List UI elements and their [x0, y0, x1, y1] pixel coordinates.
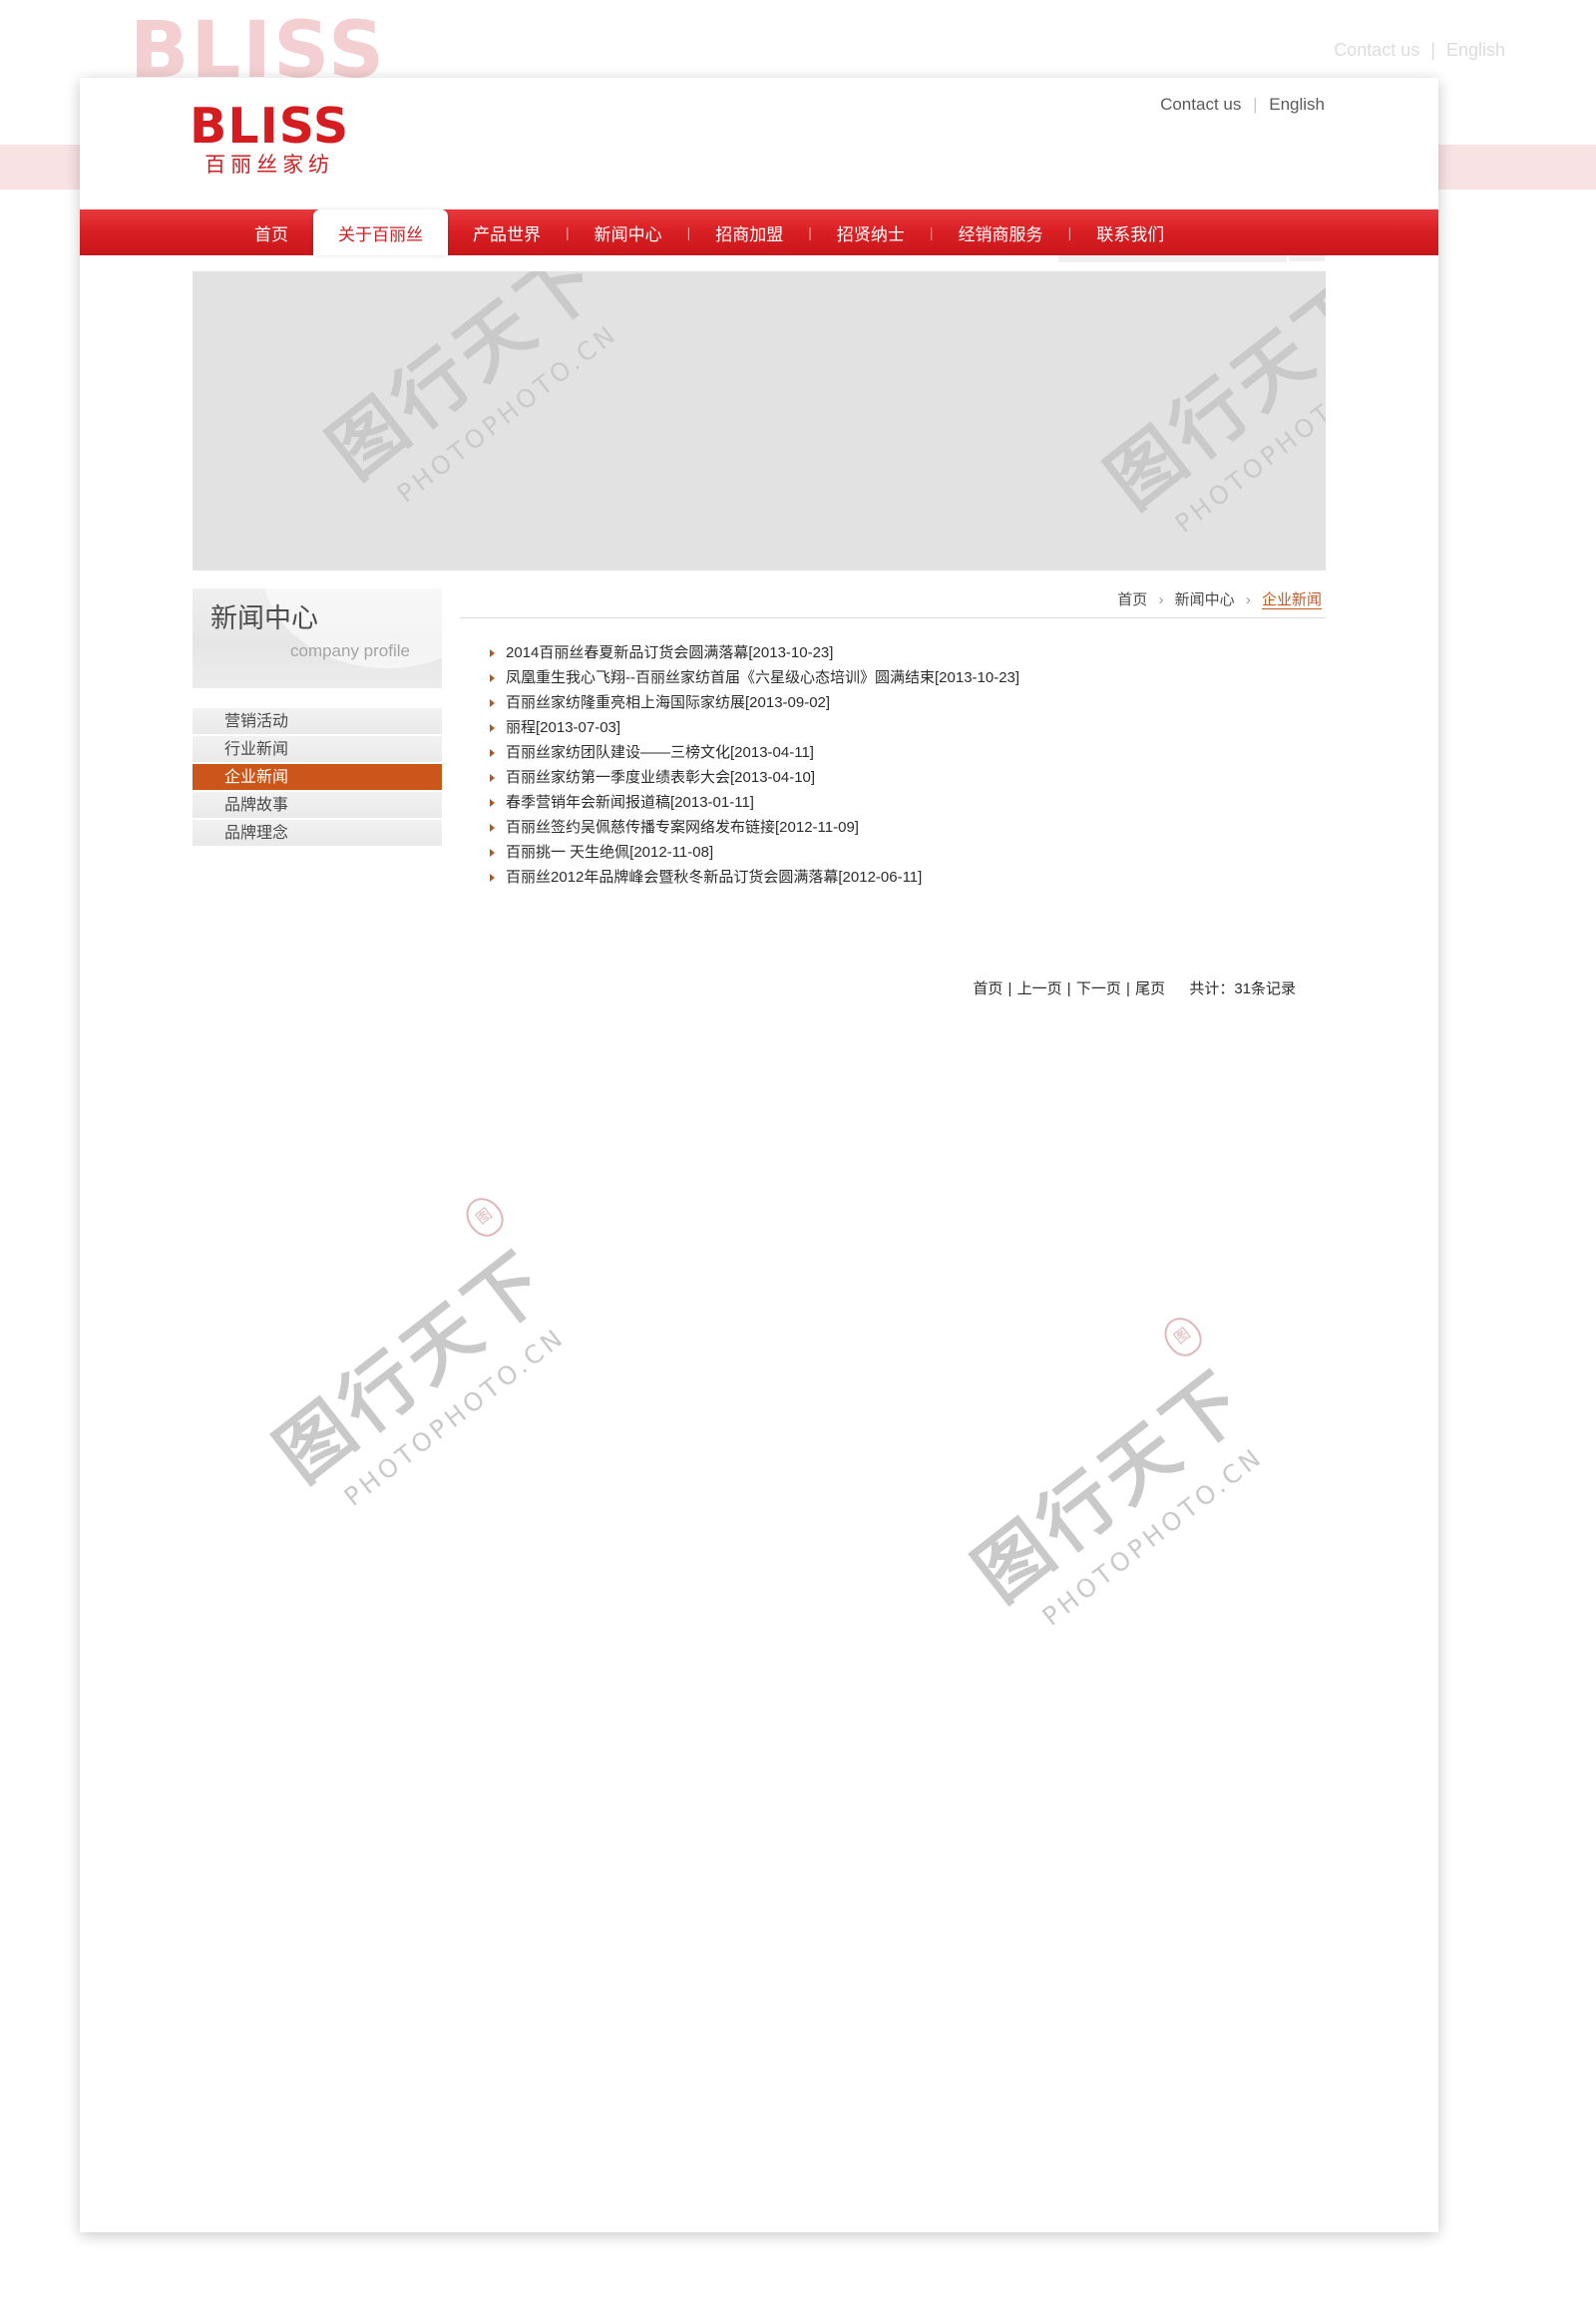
sidebar-item-industry-news[interactable]: 行业新闻 — [193, 736, 442, 764]
watermark-en-text: PHOTOPHOTO.CN — [391, 318, 623, 509]
watermark-en-text: PHOTOPHOTO.CN — [1036, 1441, 1269, 1632]
english-link[interactable]: English — [1269, 95, 1325, 114]
site-header: BLISS 百丽丝家纺 Contact us | English Search — [80, 78, 1438, 262]
breadcrumb-item-company-news[interactable]: 企业新闻 — [1261, 591, 1322, 609]
watermark-en-text: PHOTOPHOTO.CN — [1169, 348, 1326, 539]
pagination-separator: | — [1007, 980, 1012, 997]
pagination-last[interactable]: 尾页 — [1135, 980, 1165, 997]
main-column: 首页 › 新闻中心 › 企业新闻 2014百丽丝春夏新品订货会圆满落幕[2013… — [442, 588, 1326, 998]
list-item[interactable]: 凤凰重生我心飞翔--百丽丝家纺首届《六星级心态培训》圆满结束[2013-10-2… — [490, 665, 1326, 690]
list-item[interactable]: 百丽丝家纺隆重亮相上海国际家纺展[2013-09-02] — [490, 690, 1326, 715]
nav-item-franchise[interactable]: 招商加盟 — [690, 209, 808, 255]
breadcrumb-item-home[interactable]: 首页 — [1117, 591, 1147, 608]
list-item[interactable]: 春季营销年会新闻报道稿[2013-01-11] — [490, 790, 1326, 815]
watermark-cn-text: 图行天下 — [313, 271, 618, 496]
watermark-cn-text: 图行天下 — [260, 1234, 566, 1499]
logo-wordmark: BLISS — [190, 98, 350, 155]
main-navigation: 首页 关于百丽丝 产品世界 | 新闻中心 | 招商加盟 | 招贤纳士 | 经销商… — [80, 209, 1438, 255]
breadcrumb-divider — [460, 617, 1326, 618]
list-item[interactable]: 2014百丽丝春夏新品订货会圆满落幕[2013-10-23] — [490, 640, 1326, 665]
sidebar-header: 新闻中心 company profile — [193, 588, 442, 688]
nav-item-about[interactable]: 关于百丽丝 — [313, 209, 448, 255]
pagination-next[interactable]: 下一页 — [1076, 980, 1121, 997]
watermark-cn-text: 图行天下 — [959, 1353, 1264, 1619]
background-link-separator: | — [1430, 40, 1435, 60]
nav-item-news[interactable]: 新闻中心 — [570, 209, 687, 255]
watermark-graphic: 图 图行天下 PHOTOPHOTO.CN — [1081, 271, 1326, 555]
breadcrumb-item-news[interactable]: 新闻中心 — [1175, 591, 1235, 608]
site-logo[interactable]: BLISS 百丽丝家纺 — [190, 102, 349, 176]
sidebar-item-brand-concept[interactable]: 品牌理念 — [193, 820, 442, 848]
list-item[interactable]: 百丽丝家纺第一季度业绩表彰大会[2013-04-10] — [490, 765, 1326, 790]
page-card: BLISS 百丽丝家纺 Contact us | English Search … — [80, 78, 1438, 2232]
logo-subtitle: 百丽丝家纺 — [204, 154, 335, 177]
sidebar-item-company-news[interactable]: 企业新闻 — [193, 764, 442, 792]
sidebar: 新闻中心 company profile 营销活动 行业新闻 企业新闻 品牌故事… — [193, 588, 442, 998]
sidebar-subtitle: company profile — [289, 640, 410, 660]
news-list: 2014百丽丝春夏新品订货会圆满落幕[2013-10-23] 凤凰重生我心飞翔-… — [460, 640, 1326, 890]
list-item[interactable]: 丽程[2013-07-03] — [490, 715, 1326, 740]
watermark-en-text: PHOTOPHOTO.CN — [338, 1322, 571, 1512]
sidebar-item-brand-story[interactable]: 品牌故事 — [193, 792, 442, 820]
pagination-separator: | — [1066, 980, 1071, 997]
list-item[interactable]: 百丽丝2012年品牌峰会暨秋冬新品订货会圆满落幕[2012-06-11] — [490, 865, 1326, 890]
watermark-cn-text: 图行天下 — [1091, 271, 1326, 526]
background-contact-us-label: Contact us — [1334, 40, 1420, 60]
page-banner: 图行天下 PHOTOPHOTO.CN 图 图行天下 PHOTOPHOTO.CN — [193, 271, 1326, 571]
watermark-graphic: 图 图行天下 PHOTOPHOTO.CN — [250, 1190, 588, 1527]
nav-item-dealer-service[interactable]: 经销商服务 — [934, 209, 1068, 255]
list-item[interactable]: 百丽丝家纺团队建设——三榜文化[2013-04-11] — [490, 740, 1326, 765]
sidebar-item-marketing[interactable]: 营销活动 — [193, 708, 442, 736]
header-link-separator: | — [1253, 95, 1258, 114]
breadcrumb-arrow-icon: › — [1245, 591, 1251, 608]
pagination: 首页 | 上一页 | 下一页 | 尾页 共计：31条记录 — [460, 977, 1326, 998]
watermark-seal-icon: 图 — [458, 1190, 511, 1244]
background-top-links: Contact us | English — [1331, 40, 1508, 61]
watermark-seal-icon: 图 — [1156, 1310, 1209, 1363]
header-utility-links: Contact us | English — [1160, 95, 1325, 115]
list-item[interactable]: 百丽丝签约吴佩慈传播专案网络发布链接[2012-11-09] — [490, 815, 1326, 840]
nav-item-products[interactable]: 产品世界 — [448, 209, 566, 255]
contact-us-link[interactable]: Contact us — [1160, 95, 1241, 114]
breadcrumb: 首页 › 新闻中心 › 企业新闻 — [460, 588, 1326, 617]
nav-item-contact[interactable]: 联系我们 — [1071, 209, 1189, 255]
breadcrumb-arrow-icon: › — [1158, 591, 1164, 608]
watermark-graphic: 图行天下 PHOTOPHOTO.CN — [303, 271, 640, 525]
list-item[interactable]: 百丽挑一 天生绝佩[2012-11-08] — [490, 840, 1326, 865]
background-english-label: English — [1445, 40, 1505, 60]
pagination-first[interactable]: 首页 — [973, 980, 1002, 997]
nav-item-careers[interactable]: 招贤纳士 — [812, 209, 930, 255]
pagination-separator: | — [1126, 980, 1130, 997]
content-area: 新闻中心 company profile 营销活动 行业新闻 企业新闻 品牌故事… — [193, 588, 1326, 998]
sidebar-title: 新闻中心 — [210, 603, 318, 633]
pagination-prev[interactable]: 上一页 — [1017, 980, 1062, 997]
pagination-total-count: 共计：31条记录 — [1189, 980, 1296, 997]
sidebar-menu: 营销活动 行业新闻 企业新闻 品牌故事 品牌理念 — [193, 708, 442, 848]
nav-item-home[interactable]: 首页 — [229, 209, 313, 255]
watermark-graphic: 图 图行天下 PHOTOPHOTO.CN — [949, 1310, 1286, 1647]
